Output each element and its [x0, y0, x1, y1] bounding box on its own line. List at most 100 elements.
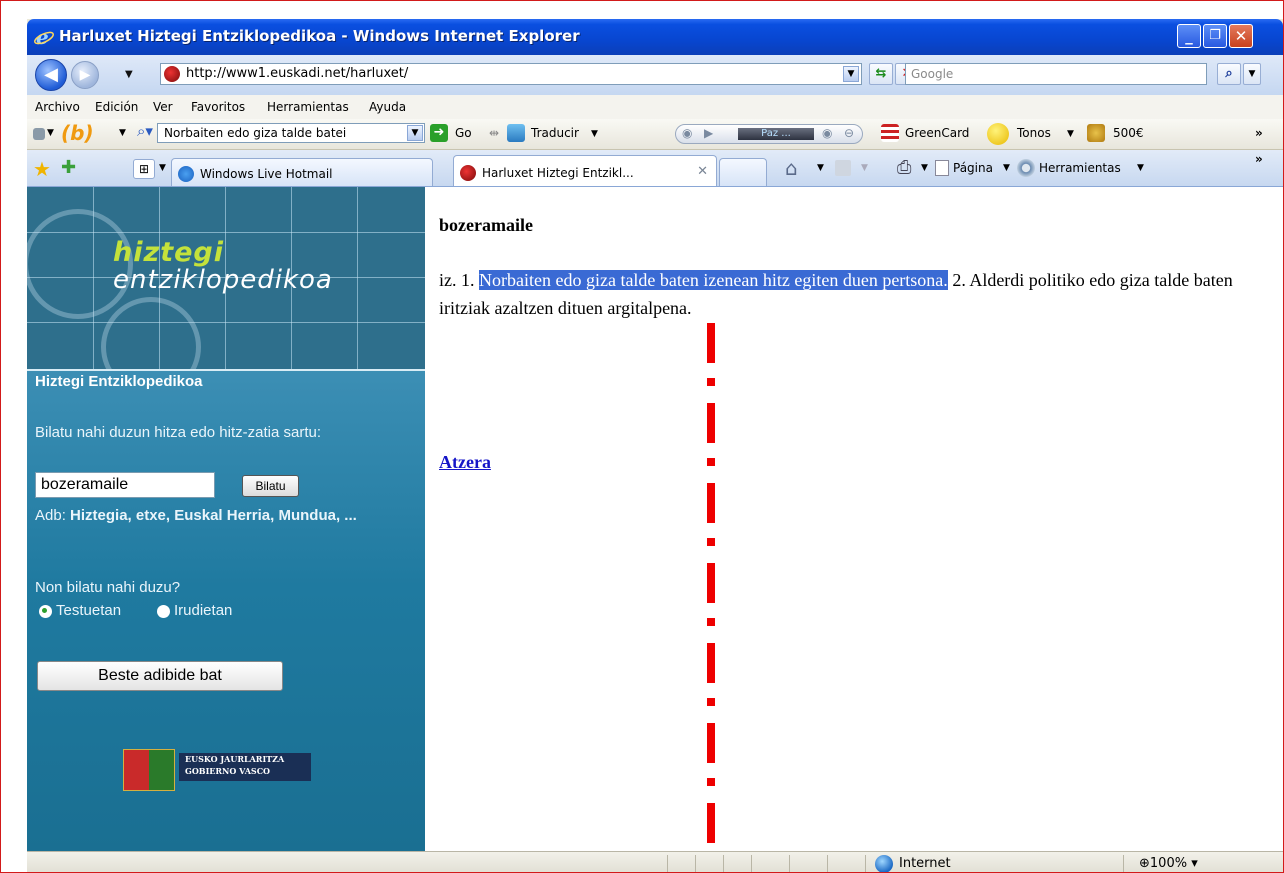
- maximize-icon: ❐: [1209, 28, 1221, 43]
- annotation-dashed-line: [707, 323, 715, 871]
- chevron-down-icon[interactable]: ▼: [817, 163, 824, 173]
- chevron-down-icon[interactable]: ▼: [1003, 163, 1010, 173]
- headword: bozeramaile: [439, 215, 533, 235]
- go-arrow-icon[interactable]: ➜: [430, 124, 448, 142]
- chevron-down-icon[interactable]: ▼: [1137, 163, 1144, 173]
- menu-archivo[interactable]: Archivo: [35, 100, 80, 114]
- sidebar: hiztegi entziklopedikoa Hiztegi Entziklo…: [27, 187, 425, 851]
- magnifier-icon[interactable]: ⌕▾: [137, 122, 153, 140]
- history-dropdown-icon[interactable]: ▼: [125, 69, 133, 80]
- chevron-down-icon[interactable]: ▼: [407, 125, 423, 141]
- radio-texts-label: Testuetan: [56, 602, 122, 619]
- ie-logo-icon: e: [34, 26, 54, 48]
- quick-tabs-icon[interactable]: ⊞: [133, 159, 155, 179]
- command-more-icon[interactable]: »: [1255, 152, 1263, 166]
- tonos-link[interactable]: Tonos: [1017, 126, 1051, 140]
- favorites-star-icon[interactable]: ★: [33, 157, 51, 181]
- bilatu-button[interactable]: Bilatu: [242, 475, 299, 497]
- print-icon[interactable]: ⎙: [897, 157, 911, 178]
- selected-definition-text[interactable]: Norbaiten edo giza talde baten izenean h…: [479, 270, 948, 290]
- site-favicon-icon: [460, 165, 476, 181]
- tab-harluxet[interactable]: Harluxet Hiztegi Entzikl... ✕: [453, 155, 717, 186]
- gov-line1: EUSKO JAURLARITZA: [185, 754, 285, 764]
- radio-texts[interactable]: [39, 605, 52, 618]
- player-stop-icon[interactable]: ◉: [682, 126, 692, 140]
- close-button[interactable]: ✕: [1229, 24, 1253, 48]
- separator-arrows-icon: ⇹: [489, 126, 500, 140]
- volume-icon[interactable]: ◉: [822, 126, 832, 140]
- search-placeholder: Google: [911, 67, 954, 81]
- radio-images[interactable]: [157, 605, 170, 618]
- address-dropdown-icon[interactable]: ▼: [843, 66, 859, 82]
- zoom-icon: ⊕: [1139, 856, 1150, 871]
- address-url: http://www1.euskadi.net/harluxet/: [186, 66, 409, 81]
- minimize-button[interactable]: _: [1177, 24, 1201, 48]
- title-bar: e Harluxet Hiztegi Entziklopedikoa - Win…: [27, 19, 1283, 55]
- menu-ayuda[interactable]: Ayuda: [369, 100, 406, 114]
- menu-ver[interactable]: Ver: [153, 100, 173, 114]
- back-link[interactable]: Atzera: [439, 452, 491, 473]
- menu-favoritos[interactable]: Favoritos: [191, 100, 245, 114]
- decorative-circle: [101, 297, 201, 369]
- translate-icon[interactable]: [507, 124, 525, 142]
- search-button[interactable]: ⌕: [1217, 63, 1241, 85]
- greencard-link[interactable]: GreenCard: [905, 126, 969, 140]
- money-bag-icon: [1087, 124, 1105, 142]
- word-search-input[interactable]: [35, 472, 215, 498]
- chevron-down-icon[interactable]: ▼: [921, 163, 928, 173]
- price-link[interactable]: 500€: [1113, 126, 1144, 140]
- translate-button[interactable]: Traducir: [531, 126, 579, 140]
- status-separator: [751, 855, 752, 872]
- back-button[interactable]: ◀: [35, 59, 67, 91]
- status-separator: [1123, 855, 1124, 872]
- tab-label: Windows Live Hotmail: [200, 167, 333, 181]
- search-options-button[interactable]: ▼: [1243, 63, 1261, 85]
- tools-menu[interactable]: Herramientas: [1039, 161, 1121, 175]
- radio-selected-dot: [42, 608, 47, 613]
- add-favorite-icon[interactable]: ✚: [61, 157, 76, 178]
- arrow-right-icon: ▶: [79, 67, 91, 83]
- toolbar-search-input[interactable]: Norbaiten edo giza talde batei ▼: [157, 123, 425, 143]
- minimize-icon: _: [1185, 27, 1193, 45]
- home-icon[interactable]: ⌂: [785, 156, 798, 180]
- chevron-down-icon[interactable]: ▼: [591, 129, 598, 139]
- player-menu-icon[interactable]: ⊖: [844, 126, 854, 140]
- menu-edicion[interactable]: Edición: [95, 100, 138, 114]
- new-tab-button[interactable]: [719, 158, 767, 186]
- tab-list-chevron-icon[interactable]: ▼: [159, 163, 166, 173]
- search-input[interactable]: Google: [905, 63, 1207, 85]
- screenshot-frame: e Harluxet Hiztegi Entziklopedikoa - Win…: [0, 0, 1284, 873]
- chevron-down-icon[interactable]: ▼: [47, 128, 54, 138]
- menu-herramientas[interactable]: Herramientas: [267, 100, 349, 114]
- gear-icon[interactable]: [1017, 159, 1035, 177]
- player-play-icon[interactable]: ▶: [704, 126, 713, 140]
- windows-live-icon: [178, 166, 194, 182]
- gov-line2: GOBIERNO VASCO: [185, 766, 271, 776]
- another-example-button[interactable]: Beste adibide bat: [37, 661, 283, 691]
- refresh-button[interactable]: ⇆: [869, 63, 893, 85]
- tab-close-icon[interactable]: ✕: [697, 164, 708, 179]
- arrow-left-icon: ◀: [44, 64, 58, 85]
- search-prompt: Bilatu nahi duzun hitza edo hitz-zatia s…: [35, 424, 322, 441]
- feeds-icon[interactable]: [835, 160, 851, 176]
- page-icon[interactable]: [935, 160, 949, 176]
- address-bar[interactable]: http://www1.euskadi.net/harluxet/ ▼: [160, 63, 862, 85]
- sidebar-heading: Hiztegi Entziklopedikoa: [35, 373, 203, 390]
- tab-hotmail[interactable]: Windows Live Hotmail: [171, 158, 433, 186]
- chevron-down-icon: ▼: [1248, 69, 1256, 79]
- go-button[interactable]: Go: [455, 126, 472, 140]
- toolbar-more-icon[interactable]: »: [1255, 126, 1263, 140]
- toolbar-brand-icon[interactable]: (b): [61, 121, 94, 145]
- toolbar-grip-icon[interactable]: [33, 128, 45, 140]
- forward-button[interactable]: ▶: [71, 61, 99, 89]
- tab-row: ★ ✚ ⊞ ▼ Windows Live Hotmail Harluxet Hi…: [27, 150, 1283, 187]
- maximize-button[interactable]: ❐: [1203, 24, 1227, 48]
- media-player-control[interactable]: ◉ ▶ Paz ... ◉ ⊖: [675, 124, 863, 144]
- player-track[interactable]: Paz ...: [738, 128, 814, 140]
- zoom-level[interactable]: ⊕100% ▾: [1139, 856, 1198, 871]
- chevron-down-icon[interactable]: ▼: [1067, 129, 1074, 139]
- chevron-down-icon[interactable]: ▼: [119, 128, 126, 138]
- address-row: ◀ ▶ ▼ http://www1.euskadi.net/harluxet/ …: [27, 55, 1283, 95]
- security-zone: Internet: [899, 856, 951, 871]
- page-menu[interactable]: Página: [953, 161, 993, 175]
